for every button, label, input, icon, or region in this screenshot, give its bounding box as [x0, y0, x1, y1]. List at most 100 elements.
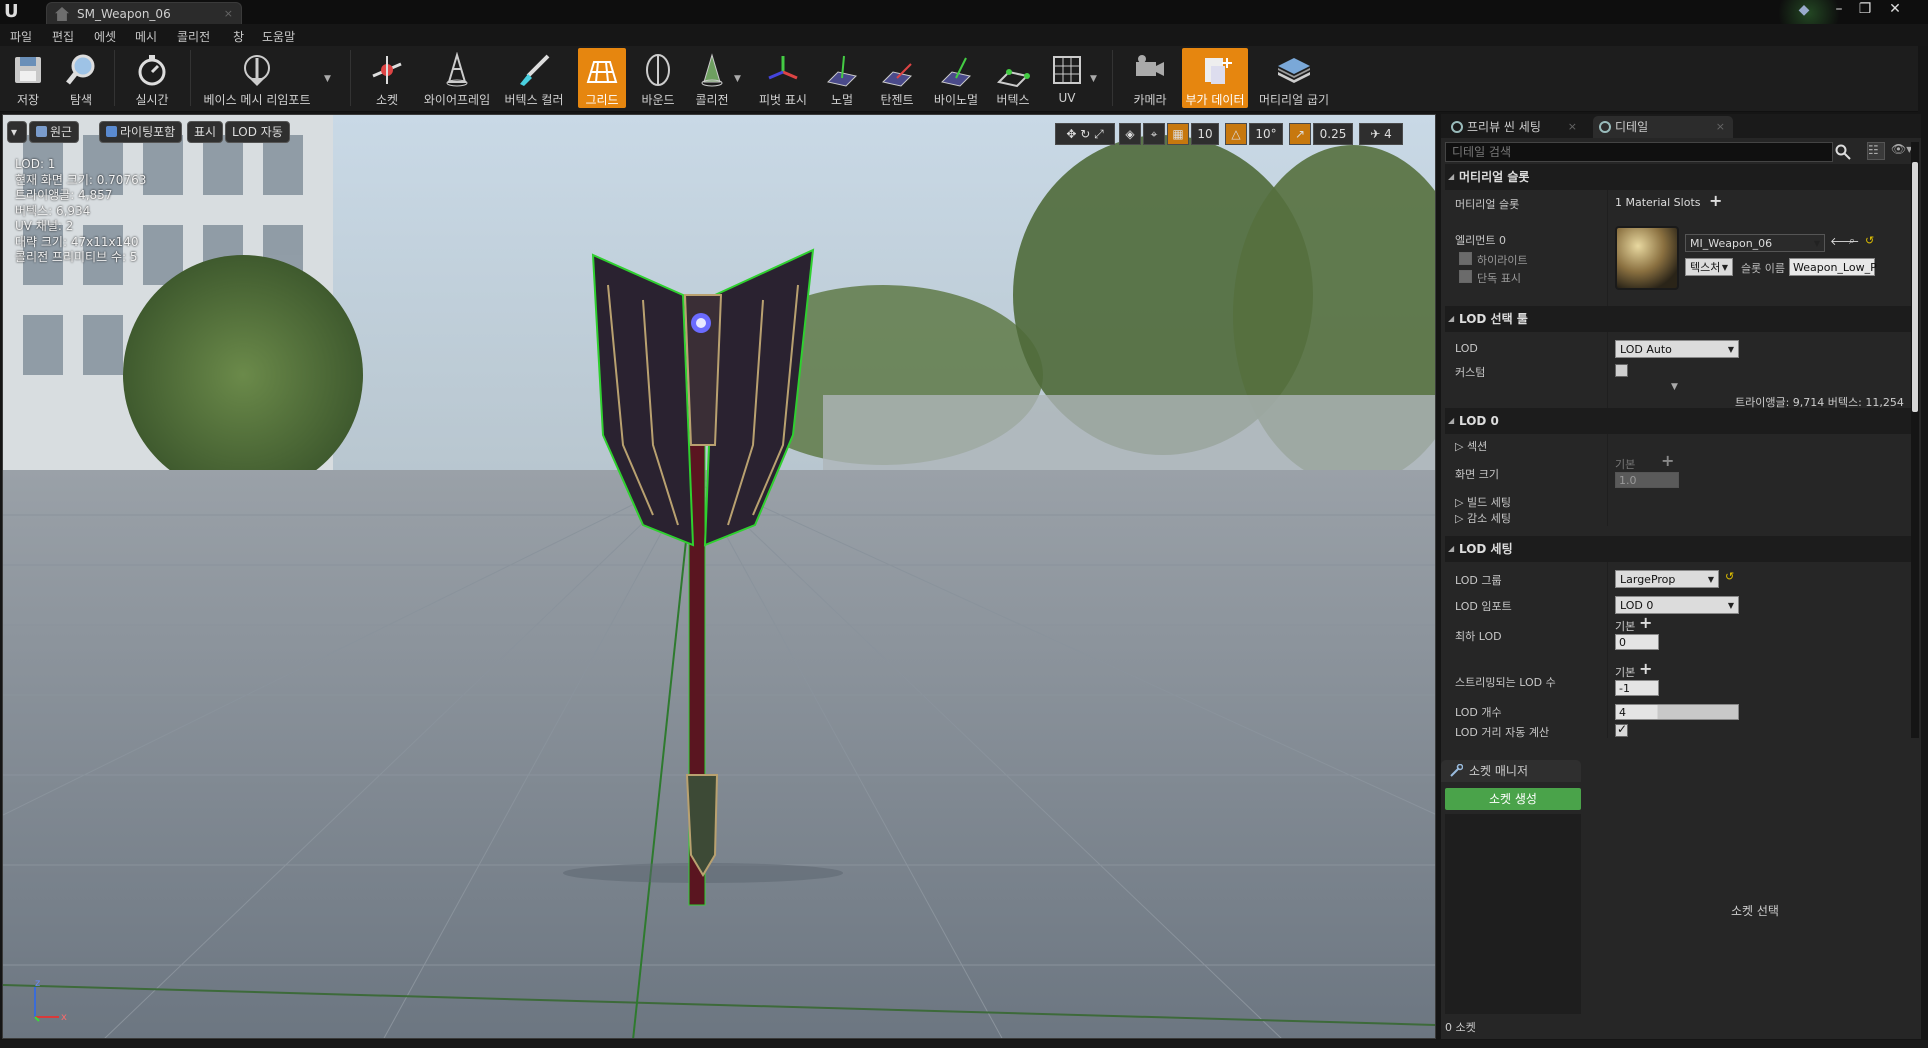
- tab-preview-scene-settings[interactable]: 프리뷰 씬 세팅 ×: [1445, 116, 1585, 138]
- transform-mode-buttons[interactable]: ✥ ↻ ⤢: [1055, 123, 1115, 145]
- slot-name-input[interactable]: Weapon_Low_P: [1789, 258, 1877, 276]
- custom-lod-checkbox[interactable]: [1615, 364, 1628, 377]
- mesh-viewport[interactable]: ▾ 원근 라이팅포함 표시 LOD 자동 ✥ ↻ ⤢ ◈ ⌖ ▦ 10 △ 10…: [2, 114, 1436, 1039]
- screen-size-input[interactable]: 1.0: [1615, 472, 1679, 488]
- uv-button[interactable]: UV: [1044, 48, 1090, 108]
- grid-snap-size[interactable]: 10: [1191, 123, 1219, 145]
- search-icon[interactable]: [1835, 144, 1851, 160]
- sections-expander[interactable]: ▷ 섹션: [1455, 438, 1487, 454]
- details-scrollbar-thumb[interactable]: [1912, 162, 1918, 412]
- min-lod-input[interactable]: 0: [1615, 634, 1659, 650]
- material-slots-header[interactable]: 머티리얼 슬롯: [1445, 164, 1911, 190]
- add-streamed-lod-override-icon[interactable]: +: [1639, 659, 1652, 678]
- menu-file[interactable]: 파일: [10, 28, 32, 45]
- browse-asset-icon[interactable]: ⌕: [1849, 234, 1855, 248]
- lod-count-slider[interactable]: 4: [1615, 704, 1739, 720]
- menu-help[interactable]: 도움말: [262, 28, 295, 45]
- viewport-options-button[interactable]: ▾: [7, 121, 27, 143]
- tangent-button[interactable]: 탄젠트: [870, 48, 924, 108]
- lod-group-combo[interactable]: LargeProp: [1615, 570, 1719, 589]
- reimport-base-mesh-button[interactable]: 베이스 메시 리임포트: [200, 48, 314, 108]
- rotation-snap-toggle[interactable]: △: [1225, 123, 1247, 145]
- collision-button[interactable]: 콜리전: [688, 48, 736, 108]
- binormal-button[interactable]: 바이노멀: [930, 48, 982, 108]
- visibility-eye-icon[interactable]: 👁▾: [1891, 142, 1912, 162]
- reset-to-default-icon[interactable]: ↺: [1865, 234, 1874, 247]
- scale-snap-toggle[interactable]: ↗: [1289, 123, 1311, 145]
- column-divider: [1607, 434, 1608, 526]
- unreal-logo-icon[interactable]: U: [4, 2, 24, 22]
- perspective-button[interactable]: 원근: [29, 121, 80, 143]
- tab-close-icon[interactable]: ×: [1716, 116, 1725, 138]
- material-thumbnail[interactable]: [1615, 226, 1679, 290]
- additional-data-button[interactable]: 부가 데이터: [1182, 48, 1248, 108]
- expand-advanced-icon[interactable]: ▼: [1671, 382, 1678, 392]
- lighting-mode-button[interactable]: 라이팅포함: [99, 121, 183, 143]
- camera-speed-button[interactable]: ✈ 4: [1359, 123, 1403, 145]
- close-window-button[interactable]: ✕: [1882, 0, 1908, 18]
- realtime-button[interactable]: 실시간: [124, 48, 180, 108]
- create-socket-button[interactable]: 소켓 생성: [1445, 788, 1581, 810]
- pivot-show-button[interactable]: 피벗 표시: [752, 48, 814, 108]
- view-options-grid-icon[interactable]: ☷: [1867, 142, 1885, 160]
- restore-button[interactable]: ❐: [1852, 0, 1878, 18]
- menu-window[interactable]: 창: [233, 28, 244, 45]
- browse-button[interactable]: 탐색: [58, 48, 104, 108]
- collision-dropdown-icon[interactable]: ▼: [734, 74, 741, 84]
- lod0-header[interactable]: LOD 0: [1445, 408, 1911, 434]
- streamed-lod-input[interactable]: -1: [1615, 680, 1659, 696]
- camera-speed-icon: ✈: [1370, 127, 1385, 141]
- reimport-dropdown-icon[interactable]: ▼: [324, 74, 331, 84]
- lod-auto-button[interactable]: LOD 자동: [225, 121, 290, 143]
- add-min-lod-override-icon[interactable]: +: [1639, 613, 1652, 632]
- magnifier-icon: [66, 54, 95, 85]
- material-selector-combo[interactable]: MI_Weapon_06: [1685, 234, 1825, 253]
- show-flags-button[interactable]: 표시: [187, 121, 224, 143]
- bounds-button[interactable]: 바운드: [634, 48, 682, 108]
- notification-icon[interactable]: ◆: [1792, 2, 1816, 22]
- menu-collision[interactable]: 콜리전: [177, 28, 210, 45]
- material-bake-button[interactable]: 머티리얼 굽기: [1254, 48, 1334, 108]
- add-screen-size-icon[interactable]: +: [1661, 451, 1674, 470]
- rotation-snap-size[interactable]: 10°: [1249, 123, 1283, 145]
- lod-import-combo[interactable]: LOD 0: [1615, 596, 1739, 615]
- details-scrollbar[interactable]: [1911, 142, 1919, 738]
- menu-mesh[interactable]: 메시: [135, 28, 157, 45]
- lod-selector-combo[interactable]: LOD Auto: [1615, 340, 1739, 359]
- vertex-button[interactable]: 버텍스: [988, 48, 1038, 108]
- save-button[interactable]: 저장: [6, 48, 50, 108]
- lod-settings-header[interactable]: LOD 세팅: [1445, 536, 1911, 562]
- build-settings-expander[interactable]: ▷ 빌드 세팅: [1455, 494, 1511, 510]
- menu-asset[interactable]: 에셋: [94, 28, 116, 45]
- socket-list[interactable]: [1445, 814, 1581, 1014]
- minimize-button[interactable]: –: [1826, 0, 1852, 18]
- highlight-label: 하이라이트: [1477, 254, 1528, 267]
- add-material-slot-icon[interactable]: +: [1709, 191, 1722, 210]
- wireframe-button[interactable]: 와이어프레임: [420, 48, 494, 108]
- reduction-settings-expander[interactable]: ▷ 감소 세팅: [1455, 510, 1511, 526]
- highlight-checkbox[interactable]: [1459, 252, 1472, 265]
- document-tab[interactable]: SM_Weapon_06 ×: [46, 2, 242, 24]
- grid-toggle-button[interactable]: 그리드: [578, 48, 626, 108]
- vertex-color-button[interactable]: 버텍스 컬러: [502, 48, 566, 108]
- tab-details[interactable]: 디테일 ×: [1593, 116, 1733, 138]
- floor-grid: [3, 470, 1435, 1038]
- surface-snap-button[interactable]: ⌖: [1143, 123, 1165, 145]
- reset-lod-group-icon[interactable]: ↺: [1725, 570, 1734, 583]
- details-search-input[interactable]: 디테일 검색: [1445, 142, 1833, 162]
- scale-snap-size[interactable]: 0.25: [1313, 123, 1353, 145]
- menu-edit[interactable]: 편집: [52, 28, 74, 45]
- lod-picker-header[interactable]: LOD 선택 툴: [1445, 306, 1911, 332]
- uv-dropdown-icon[interactable]: ▼: [1090, 74, 1097, 84]
- normal-button[interactable]: 노멀: [820, 48, 864, 108]
- tab-socket-manager[interactable]: 소켓 매니저: [1441, 760, 1581, 782]
- world-local-button[interactable]: ◈: [1119, 123, 1141, 145]
- grid-snap-toggle[interactable]: ▦: [1167, 123, 1189, 145]
- auto-compute-lod-distance-checkbox[interactable]: [1615, 722, 1628, 737]
- tab-close-icon[interactable]: ×: [1568, 116, 1577, 138]
- socket-button[interactable]: 소켓: [362, 48, 412, 108]
- textures-dropdown[interactable]: 텍스처: [1685, 258, 1733, 277]
- tab-close-icon[interactable]: ×: [224, 7, 233, 20]
- camera-button[interactable]: 카메라: [1124, 48, 1176, 108]
- isolate-checkbox[interactable]: [1459, 270, 1472, 283]
